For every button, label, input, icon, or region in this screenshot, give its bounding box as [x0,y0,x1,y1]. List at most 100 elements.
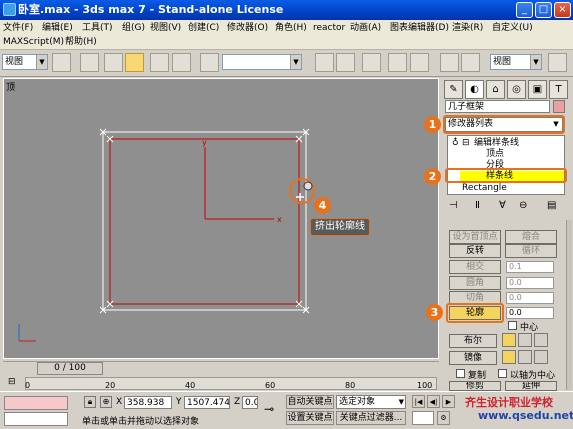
select-object-icon[interactable] [80,53,99,72]
stack-vertex[interactable]: 顶点 [486,149,504,160]
chamfer-spinner[interactable]: 0.0 [506,292,554,304]
track-bar[interactable] [25,377,437,390]
trim-button[interactable]: 修剪 [449,381,501,391]
fuse-button[interactable]: 熔合 [505,230,557,244]
menu-rendering[interactable]: 渲染(R) [452,22,483,34]
absolute-mode-icon[interactable]: ⊕ [100,396,112,408]
panel-scrollbar[interactable] [566,220,572,390]
menu-group[interactable]: 组(G) [122,22,145,34]
selection-set-dropdown[interactable]: ▼ [222,54,302,70]
key-icon[interactable]: ⊸ [264,402,274,416]
select-move-icon[interactable] [104,53,123,72]
play-icon[interactable]: ▶ [442,395,455,408]
menu-create[interactable]: 创建(C) [188,22,219,34]
select-scale-icon[interactable] [150,53,169,72]
current-frame-field[interactable] [412,411,434,425]
object-name-field[interactable]: 几子框架 [445,100,550,113]
copy-checkbox[interactable] [456,369,465,378]
modify-tab-icon[interactable]: ◐ [465,80,484,99]
stack-rectangle[interactable]: Rectangle [462,183,507,194]
maximize-button[interactable]: □ [535,2,552,18]
menu-customize[interactable]: 自定义(U) [492,22,533,34]
menu-reactor[interactable]: reactor [313,22,345,34]
select-rotate-icon[interactable] [125,53,144,72]
selected-object-dropdown[interactable]: 选定对象 ▼ [336,395,406,409]
prev-frame-icon[interactable]: ◀| [427,395,440,408]
display-tab-icon[interactable]: ▣ [528,80,547,99]
mirror-v-icon[interactable] [518,350,532,364]
menu-edit[interactable]: 编辑(E) [42,22,73,34]
about-pivot-checkbox[interactable] [498,369,507,378]
hierarchy-tab-icon[interactable]: ⌂ [486,80,505,99]
set-key-button[interactable]: 设置关键点 [286,411,334,425]
material-editor-icon[interactable] [440,53,459,72]
make-unique-icon[interactable]: ∀ [499,200,506,211]
snap-icon[interactable] [172,53,191,72]
outline-spinner[interactable]: 0.0 [506,307,554,319]
time-config-icon[interactable]: ⚙ [437,411,450,425]
mirror-h-icon[interactable] [502,350,516,364]
top-viewport[interactable]: 顶 x y 4 挤出轮廓线 [3,78,439,359]
mirror-icon[interactable] [315,53,334,72]
fillet-spinner[interactable]: 0.0 [506,277,554,289]
menu-modifiers[interactable]: 修改器(O) [227,22,268,34]
mirror-both-icon[interactable] [534,350,548,364]
y-coordinate-field[interactable]: 1507.474 [184,396,230,409]
schematic-view-icon[interactable] [410,53,429,72]
named-selection-icon[interactable] [200,53,219,72]
motion-tab-icon[interactable]: ◎ [507,80,526,99]
reverse-button[interactable]: 反转 [449,244,501,258]
light-bulb-icon[interactable]: ♁ [452,138,459,149]
maxscript-listener[interactable] [4,396,68,410]
subtract-icon[interactable] [518,333,532,347]
menu-file[interactable]: 文件(F) [3,22,33,34]
extend-button[interactable]: 延伸 [505,381,557,391]
menu-characters[interactable]: 角色(H) [275,22,307,34]
menu-tools[interactable]: 工具(T) [82,22,113,34]
app-icon[interactable] [3,3,16,16]
x-coordinate-field[interactable]: 358.938 [124,396,172,409]
collapse-icon[interactable]: ⊟ [462,138,470,149]
fillet-button[interactable]: 圆角 [449,276,501,290]
object-color-swatch[interactable] [553,100,565,113]
quick-render-icon[interactable] [548,53,567,72]
time-slider[interactable]: 0 / 100 [37,362,103,375]
pin-stack-icon[interactable]: ⊣ [449,200,458,211]
curve-editor-icon[interactable] [388,53,407,72]
minimize-button[interactable]: _ [516,2,533,18]
mirror-button[interactable]: 镜像 [449,351,497,365]
create-tab-icon[interactable]: ✎ [444,80,463,99]
view-dropdown-left[interactable]: 视图 ▼ [2,54,48,70]
view-dropdown-right[interactable]: 视图 ▼ [490,54,542,70]
menu-views[interactable]: 视图(V) [150,22,181,34]
maxscript-mini[interactable] [4,412,68,426]
intersect-button[interactable]: 相交 [449,260,501,274]
union-icon[interactable] [502,333,516,347]
close-button[interactable]: × [554,2,571,18]
show-end-result-icon[interactable]: Ⅱ [475,200,480,211]
modifier-stack[interactable]: ♁ ⊟ 编辑样条线 顶点 分段 样条线 Rectangle [447,135,565,195]
cycle-button[interactable]: 循环 [505,244,557,258]
z-coordinate-field[interactable]: 0.0 [242,396,258,409]
render-scene-icon[interactable] [461,53,480,72]
lock-selection-icon[interactable]: 🔒︎ [84,396,96,408]
goto-start-icon[interactable]: |◀ [412,395,425,408]
center-checkbox[interactable] [508,321,517,330]
set-first-vertex-button[interactable]: 设为首顶点 [449,230,501,244]
menu-graph-editors[interactable]: 图表编辑器(D) [390,22,449,34]
utilities-tab-icon[interactable]: T [549,80,568,99]
menu-help[interactable]: 帮助(H) [65,36,97,48]
stack-edit-spline[interactable]: 编辑样条线 [474,138,519,149]
menu-maxscript[interactable]: MAXScript(M) [3,36,64,48]
intersection-icon[interactable] [534,333,548,347]
menu-animation[interactable]: 动画(A) [350,22,381,34]
key-filters-button[interactable]: 关键点过滤器... [336,411,406,425]
remove-modifier-icon[interactable]: ⊖ [519,200,527,211]
layer-manager-icon[interactable] [362,53,381,72]
intersect-spinner[interactable]: 0.1 [506,261,554,273]
select-link-icon[interactable] [52,53,71,72]
track-bar-icon[interactable]: ⊟ [8,377,22,389]
auto-key-button[interactable]: 自动关键点 [286,395,334,409]
boolean-button[interactable]: 布尔 [449,334,497,348]
configure-sets-icon[interactable]: ▤ [547,200,556,211]
